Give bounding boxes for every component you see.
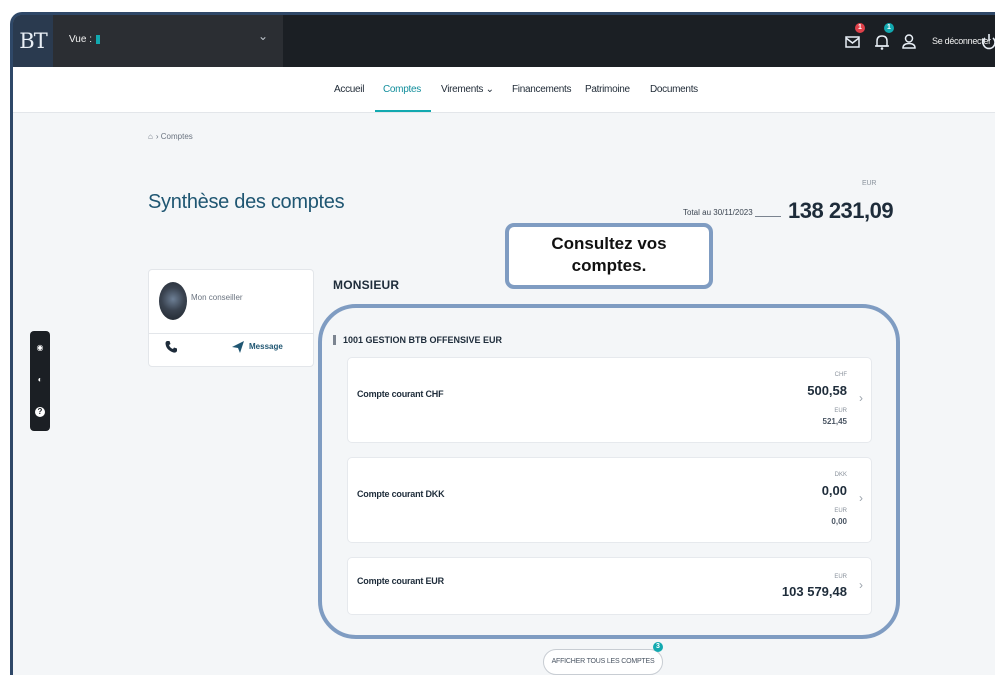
brand-logo[interactable]: BT bbox=[13, 15, 53, 67]
nav-accueil[interactable]: Accueil bbox=[334, 84, 364, 95]
send-icon bbox=[231, 340, 245, 354]
callout-line-2: comptes. bbox=[571, 256, 647, 275]
account-amount: 0,00 bbox=[821, 483, 847, 498]
nav-financements[interactable]: Financements bbox=[512, 84, 572, 95]
app-window: BT Vue : ⌄ 1 1 Se déconnecter Accueil Co… bbox=[10, 12, 995, 675]
account-eur-amount: 0,00 bbox=[831, 517, 847, 526]
nav-comptes[interactable]: Comptes bbox=[383, 84, 421, 95]
client-name: MONSIEUR bbox=[333, 278, 400, 292]
total-currency: EUR bbox=[862, 180, 877, 187]
account-currency: CHF bbox=[834, 372, 847, 378]
total-value: 138 231,09 bbox=[788, 198, 894, 223]
user-icon[interactable] bbox=[897, 29, 921, 53]
account-currency: DKK bbox=[834, 472, 847, 478]
divider bbox=[149, 333, 313, 334]
tutorial-callout: Consultez vos comptes. bbox=[505, 223, 713, 289]
account-currency: EUR bbox=[834, 574, 847, 580]
breadcrumb-separator: › bbox=[155, 132, 159, 141]
side-tools-panel: ◉ ◐ ? bbox=[30, 331, 50, 431]
total-divider bbox=[755, 216, 781, 217]
contrast-icon[interactable]: ◐ bbox=[35, 375, 45, 385]
account-name: Compte courant DKK bbox=[357, 489, 445, 499]
mail-icon[interactable]: 1 bbox=[841, 23, 865, 53]
account-name: Compte courant EUR bbox=[357, 576, 444, 586]
view-marker-icon bbox=[96, 35, 100, 44]
top-bar: BT Vue : ⌄ 1 1 Se déconnecter bbox=[13, 15, 995, 67]
view-selector[interactable]: Vue : ⌄ bbox=[53, 15, 283, 67]
chevron-down-icon: ⌄ bbox=[258, 29, 269, 43]
active-tab-indicator bbox=[375, 110, 431, 112]
account-eur-amount: 521,45 bbox=[822, 417, 847, 426]
power-icon[interactable] bbox=[980, 29, 995, 53]
group-title: 1001 GESTION BTB OFFENSIVE EUR bbox=[343, 335, 503, 345]
account-card[interactable]: Compte courant CHF CHF 500,58 EUR 521,45… bbox=[347, 357, 872, 443]
nav-virements[interactable]: Virements ⌄ bbox=[441, 84, 494, 95]
help-icon[interactable]: ? bbox=[35, 407, 45, 417]
account-eur-label: EUR bbox=[834, 408, 847, 414]
show-all-badge: 3 bbox=[653, 642, 663, 652]
nav-patrimoine[interactable]: Patrimoine bbox=[585, 84, 630, 95]
account-eur-label: EUR bbox=[834, 508, 847, 514]
nav-virements-label: Virements bbox=[441, 84, 484, 95]
account-card[interactable]: Compte courant DKK DKK 0,00 EUR 0,00 › bbox=[347, 457, 872, 543]
chevron-right-icon: › bbox=[859, 578, 863, 592]
avatar bbox=[159, 282, 187, 320]
chevron-down-icon: ⌄ bbox=[485, 84, 494, 95]
account-card[interactable]: Compte courant EUR EUR 103 579,48 › bbox=[347, 557, 872, 615]
page-title: Synthèse des comptes bbox=[148, 191, 345, 213]
account-name: Compte courant CHF bbox=[357, 389, 444, 399]
chevron-right-icon: › bbox=[859, 391, 863, 405]
chevron-right-icon: › bbox=[859, 491, 863, 505]
eye-icon[interactable]: ◉ bbox=[35, 343, 45, 353]
mail-badge: 1 bbox=[855, 23, 865, 33]
total-date-label: Total au 30/11/2023 bbox=[683, 208, 753, 217]
advisor-label: Mon conseiller bbox=[191, 293, 243, 302]
bell-icon[interactable]: 1 bbox=[870, 23, 894, 53]
phone-icon[interactable] bbox=[164, 340, 178, 354]
advisor-card: Mon conseiller Message bbox=[148, 269, 314, 367]
account-amount: 103 579,48 bbox=[781, 584, 847, 599]
breadcrumb: ⌂ › Comptes bbox=[148, 132, 193, 141]
show-all-accounts-button[interactable]: AFFICHER TOUS LES COMPTES bbox=[543, 649, 663, 675]
bell-badge: 1 bbox=[884, 23, 894, 33]
main-nav: Accueil Comptes Virements ⌄ Financements… bbox=[13, 67, 995, 113]
callout-line-1: Consultez vos bbox=[551, 234, 667, 253]
breadcrumb-current[interactable]: Comptes bbox=[161, 132, 193, 141]
group-marker bbox=[333, 335, 336, 345]
nav-documents[interactable]: Documents bbox=[650, 84, 698, 95]
view-selector-label: Vue : bbox=[69, 34, 92, 45]
message-button[interactable]: Message bbox=[249, 342, 283, 351]
home-icon[interactable]: ⌂ bbox=[148, 132, 153, 141]
account-amount: 500,58 bbox=[807, 383, 847, 398]
